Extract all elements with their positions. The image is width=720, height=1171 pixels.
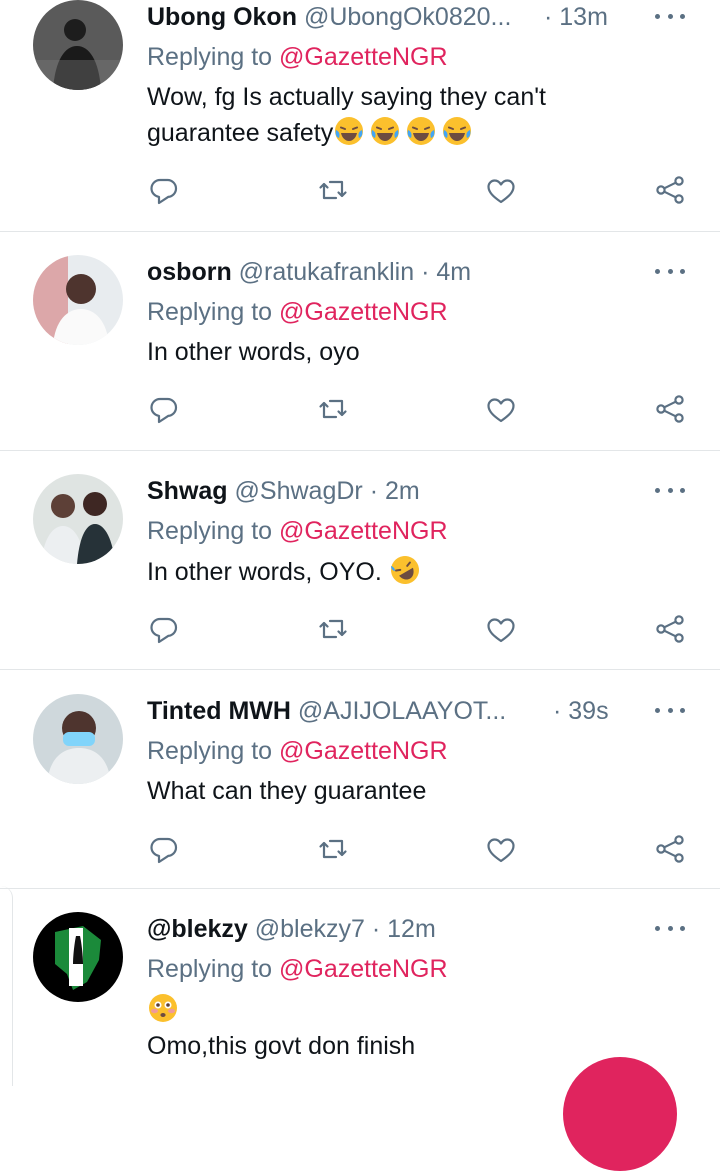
tweet-text-line: Omo,this govt don finish bbox=[147, 1032, 416, 1060]
more-options-icon[interactable] bbox=[655, 6, 685, 26]
share-icon[interactable] bbox=[652, 611, 688, 647]
reply-mention-link[interactable]: @GazetteNGR bbox=[279, 43, 447, 71]
avatar[interactable] bbox=[33, 912, 123, 1002]
side-panel-edge bbox=[0, 886, 13, 1086]
tweet-text-line-with-emoji: guarantee safety bbox=[147, 115, 667, 151]
tears-of-joy-emoji-icon bbox=[333, 115, 365, 147]
tweet-text-line: What can they guarantee bbox=[147, 777, 427, 805]
tweet-actions bbox=[0, 391, 720, 427]
reply-mention-link[interactable]: @GazetteNGR bbox=[279, 737, 447, 765]
timestamp[interactable]: · 39s bbox=[553, 694, 609, 728]
retweet-icon[interactable] bbox=[315, 831, 351, 867]
rolling-on-floor-laughing-emoji-icon bbox=[388, 554, 421, 586]
compose-tweet-button[interactable] bbox=[563, 1057, 677, 1171]
user-handle[interactable]: @ratukafranklin bbox=[239, 258, 414, 286]
tweet-emoji-line bbox=[147, 992, 667, 1028]
reply-icon[interactable] bbox=[146, 611, 182, 647]
display-name[interactable]: @blekzy bbox=[147, 915, 248, 943]
replying-to: Replying to @GazetteNGR bbox=[147, 295, 448, 329]
share-icon[interactable] bbox=[652, 391, 688, 427]
tweet-text: What can they guarantee bbox=[147, 773, 667, 809]
tweet-text-line: guarantee safety bbox=[147, 119, 334, 147]
tweet-text: In other words, OYO. bbox=[147, 554, 667, 590]
display-name[interactable]: osborn bbox=[147, 258, 232, 286]
tears-of-joy-emoji-icon bbox=[405, 115, 437, 147]
timestamp[interactable]: · 2m bbox=[370, 477, 420, 505]
divider bbox=[0, 450, 720, 451]
tweet[interactable]: Shwag @ShwagDr · 2m Replying to @Gazette… bbox=[0, 474, 720, 669]
display-name[interactable]: Shwag bbox=[147, 477, 228, 505]
reply-icon[interactable] bbox=[146, 391, 182, 427]
tweet-header: @blekzy @blekzy7 · 12m bbox=[147, 912, 610, 946]
like-icon[interactable] bbox=[483, 611, 519, 647]
tweet-text: Omo,this govt don finish bbox=[147, 992, 667, 1064]
replying-to-label: Replying to bbox=[147, 955, 273, 983]
tweet-text-line: In other words, OYO. bbox=[147, 558, 382, 586]
more-options-icon[interactable] bbox=[655, 700, 685, 720]
replying-to: Replying to @GazetteNGR bbox=[147, 514, 448, 548]
reply-icon[interactable] bbox=[146, 172, 182, 208]
replying-to: Replying to @GazetteNGR bbox=[147, 40, 448, 74]
tweet-text: Wow, fg Is actually saying they can't gu… bbox=[147, 79, 667, 151]
user-handle[interactable]: @blekzy7 bbox=[255, 915, 365, 943]
retweet-icon[interactable] bbox=[315, 391, 351, 427]
divider bbox=[0, 231, 720, 232]
replying-to-label: Replying to bbox=[147, 298, 273, 326]
more-options-icon[interactable] bbox=[655, 261, 685, 281]
flushed-face-emoji-icon bbox=[147, 992, 179, 1024]
timestamp[interactable]: · 13m bbox=[544, 0, 608, 34]
tweet-actions bbox=[0, 611, 720, 647]
tweet-text-line: In other words, oyo bbox=[147, 338, 360, 366]
tweet-header: Ubong Okon @UbongOk0820... bbox=[147, 0, 610, 34]
user-handle[interactable]: @AJIJOLAAYOT... bbox=[298, 697, 506, 725]
retweet-icon[interactable] bbox=[315, 611, 351, 647]
tweet-header: Tinted MWH @AJIJOLAAYOT... bbox=[147, 694, 610, 728]
tweet-text: In other words, oyo bbox=[147, 334, 667, 370]
reply-mention-link[interactable]: @GazetteNGR bbox=[279, 517, 447, 545]
replying-to-label: Replying to bbox=[147, 737, 273, 765]
tweet[interactable]: osborn @ratukafranklin · 4m Replying to … bbox=[0, 255, 720, 450]
like-icon[interactable] bbox=[483, 172, 519, 208]
timestamp[interactable]: · 12m bbox=[372, 915, 436, 943]
tweet-text-line-with-emoji: In other words, OYO. bbox=[147, 554, 667, 590]
avatar[interactable] bbox=[33, 694, 123, 784]
tweet-actions bbox=[0, 831, 720, 867]
avatar[interactable] bbox=[33, 0, 123, 90]
tweet-header: Shwag @ShwagDr · 2m bbox=[147, 474, 610, 508]
share-icon[interactable] bbox=[652, 172, 688, 208]
retweet-icon[interactable] bbox=[315, 172, 351, 208]
user-handle[interactable]: @ShwagDr bbox=[235, 477, 363, 505]
avatar[interactable] bbox=[33, 474, 123, 564]
replying-to-label: Replying to bbox=[147, 517, 273, 545]
display-name[interactable]: Tinted MWH bbox=[147, 697, 291, 725]
reply-mention-link[interactable]: @GazetteNGR bbox=[279, 298, 447, 326]
tweet[interactable]: Tinted MWH @AJIJOLAAYOT... · 39s Replyin… bbox=[0, 694, 720, 889]
avatar[interactable] bbox=[33, 255, 123, 345]
divider bbox=[0, 669, 720, 670]
display-name[interactable]: Ubong Okon bbox=[147, 3, 297, 31]
share-icon[interactable] bbox=[652, 831, 688, 867]
replying-to-label: Replying to bbox=[147, 43, 273, 71]
reply-mention-link[interactable]: @GazetteNGR bbox=[279, 955, 447, 983]
reply-icon[interactable] bbox=[146, 831, 182, 867]
like-icon[interactable] bbox=[483, 391, 519, 427]
replying-to: Replying to @GazetteNGR bbox=[147, 734, 448, 768]
divider bbox=[0, 888, 720, 889]
tweet[interactable]: Ubong Okon @UbongOk0820... · 13m Replyin… bbox=[0, 0, 720, 232]
like-icon[interactable] bbox=[483, 831, 519, 867]
replying-to: Replying to @GazetteNGR bbox=[147, 952, 448, 986]
more-options-icon[interactable] bbox=[655, 918, 685, 938]
more-options-icon[interactable] bbox=[655, 480, 685, 500]
tweet-text-line: Wow, fg Is actually saying they can't bbox=[147, 83, 546, 111]
user-handle[interactable]: @UbongOk0820... bbox=[304, 3, 511, 31]
tweet-header: osborn @ratukafranklin · 4m bbox=[147, 255, 610, 289]
tears-of-joy-emoji-icon bbox=[369, 115, 401, 147]
tweet-actions bbox=[0, 172, 720, 208]
tears-of-joy-emoji-icon bbox=[441, 115, 473, 147]
timestamp[interactable]: · 4m bbox=[421, 258, 471, 286]
